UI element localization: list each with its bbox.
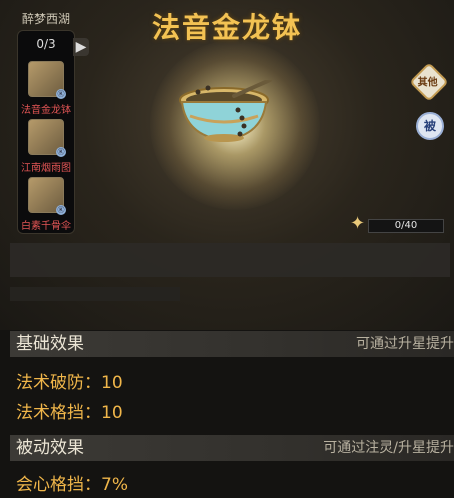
star-progress-text: 0/40 xyxy=(394,220,418,231)
passive-effect-title: 被动效果 xyxy=(16,438,84,458)
collection-item-jiangnan[interactable]: Ⓚ 江南烟雨图 xyxy=(18,119,74,174)
blurred-description-line xyxy=(10,287,180,301)
passive-effect-header: 被动效果 可通过注灵/升星提升 xyxy=(10,435,454,461)
tag-icon: Ⓚ xyxy=(56,89,66,99)
bowl-thumbnail-icon: Ⓚ xyxy=(28,61,66,99)
golden-dragon-bowl-image xyxy=(179,80,272,142)
basic-effect-header: 基础效果 可通过升星提升 xyxy=(10,331,454,357)
tag-icon: Ⓚ xyxy=(56,147,66,157)
stat-spell-penetration: 法术破防：10 xyxy=(16,373,123,393)
stat-critical-block: 会心格挡：7% xyxy=(16,475,128,495)
collection-item-fayin[interactable]: Ⓚ 法音金龙钵 xyxy=(18,61,74,116)
other-button-label: 其他 xyxy=(417,77,438,89)
collection-item-label: 法音金龙钵 xyxy=(21,105,71,116)
basic-effect-hint: 可通过升星提升 xyxy=(356,336,454,352)
blurred-description xyxy=(10,243,450,277)
collection-item-baisu[interactable]: Ⓚ 白素千骨伞 xyxy=(18,177,74,232)
passive-effect-hint: 可通过注灵/升星提升 xyxy=(323,440,454,456)
expand-arrow-icon[interactable]: ▶ xyxy=(73,38,89,56)
stat-spell-block: 法术格挡：10 xyxy=(16,403,123,423)
star-progress-bar: 0/40 xyxy=(368,219,444,233)
collection-panel: 0/3 Ⓚ 法音金龙钵 Ⓚ 江南烟雨图 Ⓚ 白素千骨伞 xyxy=(17,30,75,234)
puzzle-piece-icon: ✦ xyxy=(350,213,366,234)
tag-icon: Ⓚ xyxy=(56,205,66,215)
collection-title: 醉梦西湖 xyxy=(21,12,70,26)
passive-button[interactable]: 被 xyxy=(416,112,444,140)
collection-item-label: 白素千骨伞 xyxy=(21,221,71,232)
basic-effect-title: 基础效果 xyxy=(16,334,84,354)
umbrella-thumbnail-icon: Ⓚ xyxy=(28,177,66,215)
painting-thumbnail-icon: Ⓚ xyxy=(28,119,66,157)
collection-item-label: 江南烟雨图 xyxy=(21,163,71,174)
collection-count: 0/3 xyxy=(36,37,56,51)
